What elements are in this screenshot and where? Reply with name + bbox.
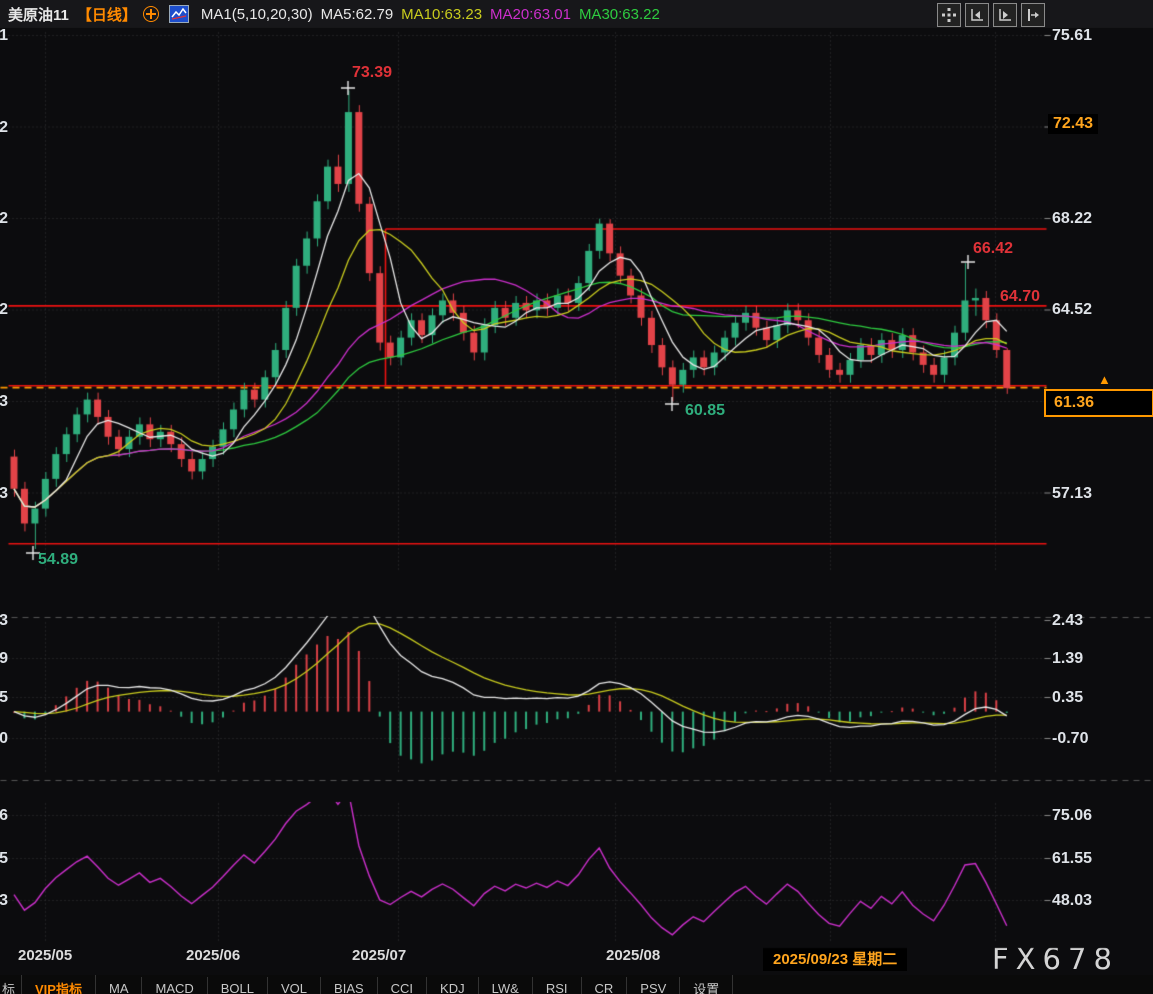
chart-canvas[interactable] [0,0,1153,994]
trading-chart-app: 美原油11 【日线】 MA1(5,10,20,30) MA5:62.79 MA1… [0,0,1153,994]
